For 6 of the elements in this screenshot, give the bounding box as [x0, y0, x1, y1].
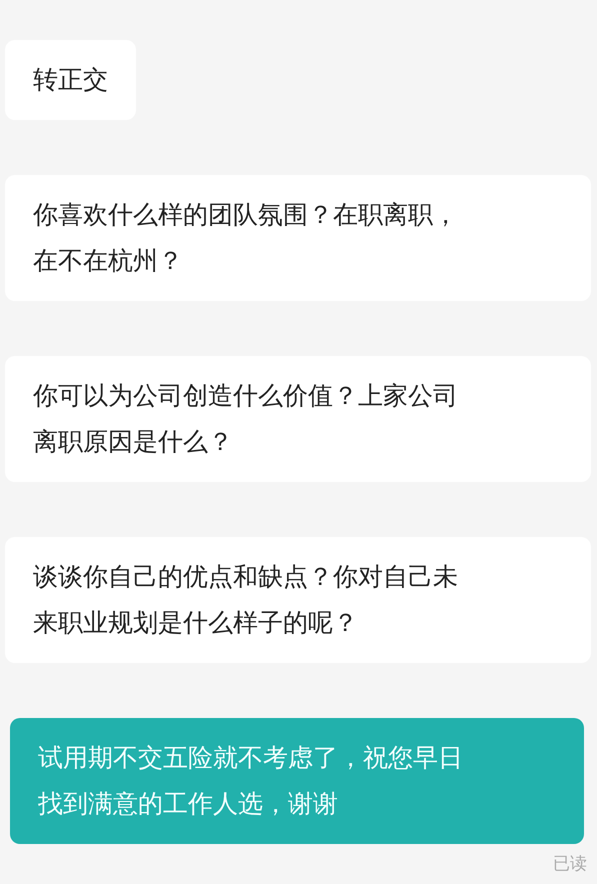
sent-message-bubble: 试用期不交五险就不考虑了，祝您早日 找到满意的工作人选，谢谢 — [10, 718, 584, 844]
received-message-bubble: 你可以为公司创造什么价值？上家公司 离职原因是什么？ — [5, 356, 591, 482]
received-message-bubble: 你喜欢什么样的团队氛围？在职离职， 在不在杭州？ — [5, 175, 591, 301]
read-status: 已读 — [553, 853, 587, 876]
received-message-bubble: 谈谈你自己的优点和缺点？你对自己未 来职业规划是什么样子的呢？ — [5, 537, 591, 663]
received-message-bubble: 转正交 — [5, 40, 136, 120]
